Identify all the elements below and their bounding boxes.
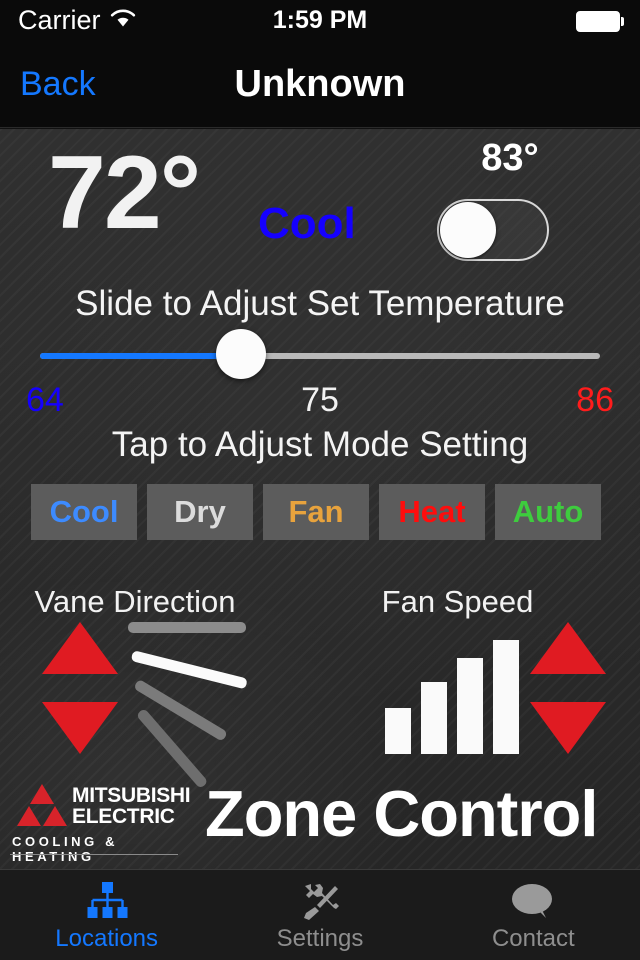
wordmark-line-2: ELECTRIC — [72, 805, 175, 828]
mode-button-row: Cool Dry Fan Heat Auto — [31, 484, 609, 540]
triangle-down-icon — [42, 702, 118, 754]
tab-label-settings: Settings — [276, 925, 364, 952]
setpoint-temperature: 83° — [481, 137, 539, 179]
triangle-up-icon — [42, 622, 118, 674]
current-mode-label: Cool — [258, 199, 356, 248]
tools-icon — [298, 878, 342, 926]
tab-settings[interactable]: Settings — [213, 870, 426, 960]
fan-up-button[interactable] — [530, 622, 606, 674]
status-bar: Carrier 1:59 PM — [0, 0, 640, 40]
mitsubishi-electric-logo: MITSUBISHI ELECTRIC COOLING & HEATING — [10, 778, 195, 864]
triangle-down-icon — [530, 702, 606, 754]
tab-label-locations: Locations — [55, 925, 159, 952]
vane-down-button[interactable] — [42, 702, 118, 754]
mode-button-heat[interactable]: Heat — [379, 484, 485, 540]
fan-speed-title: Fan Speed — [381, 584, 534, 619]
navigation-bar: Back Unknown — [0, 40, 640, 128]
locations-hierarchy-icon — [85, 878, 129, 926]
mode-button-dry[interactable]: Dry — [147, 484, 253, 540]
status-time: 1:59 PM — [272, 5, 368, 34]
brand-divider — [10, 854, 178, 855]
fan-bar-3[interactable] — [457, 658, 483, 754]
triangle-up-icon — [530, 622, 606, 674]
vane-bar-1[interactable] — [128, 622, 246, 633]
speech-bubble-icon — [510, 878, 556, 926]
vane-up-button[interactable] — [42, 622, 118, 674]
tab-contact[interactable]: Contact — [427, 870, 640, 960]
slider-fill — [40, 353, 235, 359]
vane-position-indicator[interactable] — [128, 614, 258, 790]
mode-button-cool[interactable]: Cool — [31, 484, 137, 540]
mitsubishi-wordmark: MITSUBISHI ELECTRIC — [72, 784, 191, 828]
temperature-slider[interactable] — [40, 329, 600, 379]
tab-label-contact: Contact — [491, 925, 575, 952]
power-toggle[interactable] — [437, 199, 549, 261]
battery-full-icon — [576, 11, 624, 32]
fan-speed-indicator[interactable] — [385, 619, 525, 754]
slider-value-label: 75 — [301, 381, 339, 419]
page-title: Unknown — [234, 62, 406, 105]
slider-caption: Slide to Adjust Set Temperature — [75, 284, 565, 323]
power-toggle-knob — [440, 202, 496, 258]
fan-bar-2[interactable] — [421, 682, 447, 754]
slider-max-label: 86 — [576, 381, 614, 419]
fan-bar-1[interactable] — [385, 708, 411, 754]
vane-bar-3[interactable] — [133, 678, 228, 742]
mode-button-auto[interactable]: Auto — [495, 484, 601, 540]
branding-strip: MITSUBISHI ELECTRIC COOLING & HEATING Zo… — [0, 774, 640, 869]
brand-tagline: COOLING & HEATING — [12, 834, 119, 864]
fan-down-button[interactable] — [530, 702, 606, 754]
app-title: Zone Control — [205, 777, 598, 850]
app-root: Carrier 1:59 PM Back Unknown 72° Cool 83… — [0, 0, 640, 960]
tab-locations[interactable]: Locations — [0, 870, 213, 960]
slider-thumb[interactable] — [216, 329, 266, 379]
thermostat-panel: 72° Cool 83° Slide to Adjust Set Tempera… — [0, 129, 640, 869]
wordmark-line-1: MITSUBISHI — [72, 784, 191, 807]
mode-caption: Tap to Adjust Mode Setting — [111, 425, 529, 464]
mode-button-fan[interactable]: Fan — [263, 484, 369, 540]
mitsubishi-three-diamonds-icon — [16, 782, 68, 833]
fan-bar-4[interactable] — [493, 640, 519, 754]
current-temperature: 72° — [48, 135, 201, 251]
tab-bar: Locations Settings Contact — [0, 869, 640, 960]
